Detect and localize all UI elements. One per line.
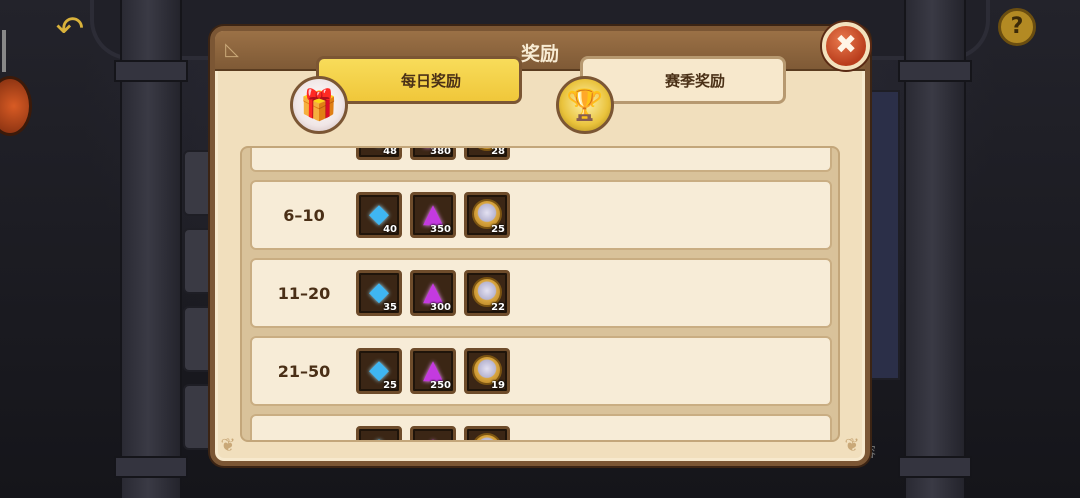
reward-rank: 11–20 <box>277 284 331 303</box>
gem-reward[interactable]: ◆ 35 <box>356 270 402 316</box>
gem-icon: ◆ <box>359 433 399 440</box>
coin-reward[interactable]: 25 <box>464 192 510 238</box>
corner-ornament-icon: ❦ <box>844 435 860 456</box>
reward-row: 11–20 ◆ 35 ▲ 300 22 <box>250 258 832 328</box>
reward-rank: 6–10 <box>283 206 325 225</box>
gem-quantity: 48 <box>383 146 397 157</box>
trophy-icon: 🏆 <box>556 76 614 134</box>
coin-reward[interactable]: 22 <box>464 270 510 316</box>
background-pillar-right <box>898 0 972 498</box>
crystal-quantity: 380 <box>430 146 451 157</box>
coin-quantity: 19 <box>491 380 505 391</box>
corner-ornament-icon: ❦ <box>220 435 236 456</box>
background-left-bar <box>2 30 6 72</box>
crystal-reward[interactable]: ▲ 250 <box>410 348 456 394</box>
tab-daily-rewards-label: 每日奖励 <box>400 71 461 90</box>
help-icon[interactable]: ? <box>998 8 1036 46</box>
reward-row: 6–10 ◆ 40 ▲ 350 25 <box>250 180 832 250</box>
background-pillar-left <box>114 0 188 498</box>
crystal-quantity: 250 <box>430 380 451 391</box>
gem-quantity: 40 <box>383 224 397 235</box>
coin-icon <box>467 433 507 440</box>
close-button[interactable]: ✖ <box>822 22 870 70</box>
coin-quantity: 25 <box>491 224 505 235</box>
coin-reward[interactable] <box>464 426 510 440</box>
gem-reward[interactable]: ◆ 25 <box>356 348 402 394</box>
crystal-reward[interactable]: ▲ <box>410 426 456 440</box>
gem-quantity: 25 <box>383 380 397 391</box>
crystal-quantity: 350 <box>430 224 451 235</box>
background-right-panel <box>866 90 900 380</box>
gift-icon: 🎁 <box>290 76 348 134</box>
coin-reward[interactable]: 28 <box>464 146 510 160</box>
crystal-quantity: 300 <box>430 302 451 313</box>
coin-reward[interactable]: 19 <box>464 348 510 394</box>
gem-quantity: 35 <box>383 302 397 313</box>
crystal-reward[interactable]: ▲ 380 <box>410 146 456 160</box>
gem-reward[interactable]: ◆ <box>356 426 402 440</box>
reward-rank: 21–50 <box>277 362 331 381</box>
reward-row: ◆ 48 ▲ 380 28 <box>250 146 832 172</box>
coin-quantity: 22 <box>491 302 505 313</box>
gem-reward[interactable]: ◆ 40 <box>356 192 402 238</box>
crystal-reward[interactable]: ▲ 350 <box>410 192 456 238</box>
crystal-reward[interactable]: ▲ 300 <box>410 270 456 316</box>
coin-quantity: 28 <box>491 146 505 157</box>
corner-ornament-icon: ◺ <box>225 39 239 60</box>
crystal-icon: ▲ <box>413 433 453 440</box>
rewards-list[interactable]: ◆ 48 ▲ 380 28 6–10 ◆ 40 ▲ 350 25 11–20 ◆ <box>240 146 840 442</box>
back-arrow-icon[interactable]: ↶ <box>48 12 92 46</box>
reward-row: 21–50 ◆ 25 ▲ 250 19 <box>250 336 832 406</box>
gem-reward[interactable]: ◆ 48 <box>356 146 402 160</box>
reward-row: ◆ ▲ <box>250 414 832 440</box>
tab-season-rewards-label: 赛季奖励 <box>664 71 725 90</box>
